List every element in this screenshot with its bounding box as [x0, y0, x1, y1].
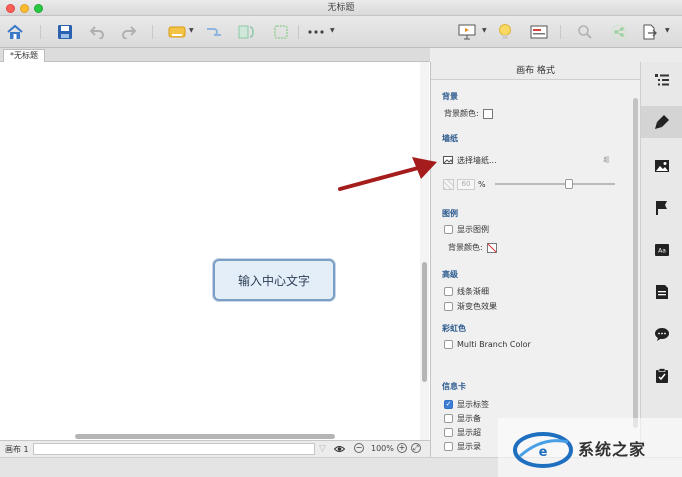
- chevron-down-icon[interactable]: ▼: [482, 27, 487, 34]
- fit-icon[interactable]: ⤢: [411, 443, 421, 453]
- text-icon[interactable]: Aa: [641, 234, 682, 266]
- toolbar-divider: [298, 25, 299, 39]
- section-rainbow-heading: 彩虹色: [442, 324, 466, 333]
- minimize-window-button[interactable]: [20, 4, 29, 13]
- more-icon[interactable]: [305, 21, 327, 43]
- search-icon[interactable]: [574, 21, 596, 43]
- flag-icon[interactable]: [641, 192, 682, 224]
- right-sidebar: Aa: [640, 62, 682, 457]
- slider-knob[interactable]: [565, 179, 573, 189]
- summary-icon[interactable]: [236, 21, 258, 43]
- format-brush-icon[interactable]: [641, 106, 682, 138]
- outline-icon[interactable]: [641, 64, 682, 96]
- section-advanced-heading: 高级: [442, 270, 458, 279]
- trash-icon[interactable]: ▮: [605, 155, 610, 165]
- show-hyperlink-checkbox[interactable]: [444, 428, 453, 437]
- mind-map-canvas[interactable]: [0, 62, 430, 440]
- legend-bg-color-label: 背景颜色:: [448, 243, 483, 252]
- opacity-field[interactable]: 60: [457, 179, 475, 190]
- show-legend-checkbox[interactable]: [444, 225, 453, 234]
- taper-lines-checkbox[interactable]: [444, 287, 453, 296]
- home-icon[interactable]: [4, 21, 26, 43]
- undo-icon[interactable]: [86, 21, 108, 43]
- opacity-slider[interactable]: [495, 179, 615, 189]
- gradient-effect-label: 渐变色效果: [457, 302, 497, 311]
- status-bar: 画布 1 ▽ − 100% + ⤢: [0, 440, 430, 457]
- legend-bg-color-swatch[interactable]: [486, 242, 497, 253]
- tab-bar: *无标题: [0, 48, 430, 62]
- task-icon[interactable]: [641, 360, 682, 392]
- redo-icon[interactable]: [118, 21, 140, 43]
- app-window: 无标题 ▼ ▼ ▼ ▼ *无标题 输入中心文字 画布 1 ▽ − 100% + …: [0, 0, 682, 477]
- wallpaper-select-label: 选择墙纸...: [457, 155, 497, 165]
- notes-icon[interactable]: [641, 276, 682, 308]
- export-icon[interactable]: [638, 21, 660, 43]
- show-legend-label: 显示图例: [457, 225, 489, 234]
- image-icon[interactable]: [641, 150, 682, 182]
- panel-title: 画布 格式: [431, 62, 640, 80]
- close-window-button[interactable]: [6, 4, 15, 13]
- opacity-unit: %: [478, 180, 486, 189]
- show-audio-label: 显示录: [457, 442, 481, 451]
- zoom-out-icon[interactable]: −: [354, 443, 364, 453]
- watermark-text: 系统之家: [578, 440, 647, 459]
- chevron-down-icon[interactable]: ▼: [189, 27, 194, 34]
- boundary-icon[interactable]: [270, 21, 292, 43]
- save-icon[interactable]: [54, 21, 76, 43]
- show-hyperlink-label: 显示超: [457, 428, 481, 437]
- comment-icon[interactable]: [641, 318, 682, 350]
- title-bar: 无标题: [0, 0, 682, 16]
- gradient-effect-checkbox[interactable]: [444, 302, 453, 311]
- show-labels-label: 显示标签: [457, 400, 489, 409]
- zoom-level: 100%: [371, 444, 394, 453]
- insert-topic-icon[interactable]: [166, 21, 188, 43]
- opacity-icon: [443, 179, 454, 190]
- format-panel: 画布 格式 背景 背景颜色: 墙纸 选择墙纸... ⇕ ▮ 60 % 图例 显示…: [430, 62, 640, 457]
- show-labels-checkbox[interactable]: ✓: [444, 400, 453, 409]
- section-wallpaper-heading: 墙纸: [442, 134, 458, 143]
- window-title: 无标题: [327, 3, 355, 13]
- scroll-thumb[interactable]: [422, 262, 427, 382]
- svg-text:Aa: Aa: [658, 248, 666, 255]
- chevron-down-icon[interactable]: ▼: [665, 27, 670, 34]
- share-icon[interactable]: [608, 21, 630, 43]
- background-color-swatch[interactable]: [482, 108, 493, 119]
- svg-text:e: e: [539, 445, 548, 460]
- outline-view-icon[interactable]: [528, 21, 550, 43]
- taper-lines-label: 线条渐细: [457, 287, 489, 296]
- canvas-vertical-scrollbar[interactable]: [420, 62, 429, 440]
- watermark: e 系统之家: [498, 418, 682, 477]
- toolbar-divider: [40, 25, 41, 39]
- multi-branch-color-label: Multi Branch Color: [457, 340, 531, 349]
- wallpaper-select[interactable]: 选择墙纸... ⇕: [443, 153, 608, 167]
- zoom-window-button[interactable]: [34, 4, 43, 13]
- relationship-icon[interactable]: [203, 21, 225, 43]
- toolbar-divider: [152, 25, 153, 39]
- section-background-heading: 背景: [442, 92, 458, 101]
- toolbar: ▼ ▼ ▼ ▼: [0, 16, 682, 48]
- image-icon: [443, 156, 453, 164]
- background-color-label: 背景颜色:: [444, 109, 479, 118]
- show-audio-checkbox[interactable]: [444, 442, 453, 451]
- filter-icon[interactable]: ▽: [317, 443, 328, 454]
- show-notes-checkbox[interactable]: [444, 414, 453, 423]
- section-info-card-heading: 信息卡: [442, 382, 466, 391]
- presentation-icon[interactable]: [456, 21, 478, 43]
- watermark-logo: e: [513, 432, 573, 468]
- panel-scrollbar[interactable]: [631, 80, 640, 457]
- panel-scroll-thumb[interactable]: [633, 98, 638, 428]
- toolbar-divider: [560, 25, 561, 39]
- chevron-down-icon[interactable]: ▼: [330, 27, 335, 34]
- multi-branch-color-checkbox[interactable]: [444, 340, 453, 349]
- canvas-horizontal-scrollbar[interactable]: [75, 434, 335, 439]
- show-notes-label: 显示备: [457, 414, 481, 423]
- sheet-tabs-area[interactable]: [33, 443, 315, 455]
- zoom-in-icon[interactable]: +: [397, 443, 407, 453]
- sheet-tab[interactable]: 画布 1: [5, 444, 29, 455]
- central-topic[interactable]: 输入中心文字: [213, 259, 335, 301]
- eye-icon[interactable]: [334, 443, 345, 454]
- section-legend-heading: 图例: [442, 209, 458, 218]
- idea-icon[interactable]: [494, 21, 516, 43]
- tab-document[interactable]: *无标题: [3, 49, 45, 62]
